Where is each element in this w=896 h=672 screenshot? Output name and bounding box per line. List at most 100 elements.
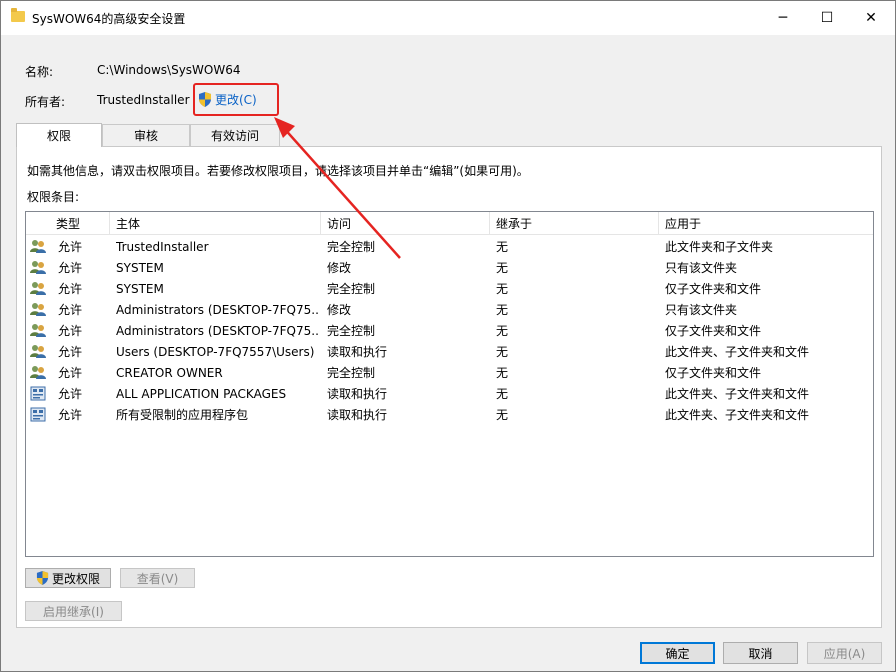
col-inherited[interactable]: 继承于 (490, 212, 659, 234)
cell-applies: 仅子文件夹和文件 (665, 324, 762, 338)
user-group-icon (30, 239, 46, 254)
user-group-icon (30, 302, 46, 317)
table-row[interactable]: 允许 Administrators (DESKTOP-7FQ75... 修改 无 只有该… (26, 299, 873, 320)
folder-icon (11, 8, 25, 22)
cell-principal: Users (DESKTOP-7FQ7557\Users) (116, 344, 315, 359)
name-label: 名称: (25, 65, 54, 79)
title-bar[interactable]: SysWOW64的高级安全设置 ─ ☐ ✕ (1, 1, 895, 35)
table-row[interactable]: 允许 TrustedInstaller 完全控制 无 此文件夹和子文件夹 (26, 236, 873, 257)
cell-access: 完全控制 (327, 366, 376, 380)
app-package-icon (30, 386, 46, 401)
minimize-icon: ─ (778, 10, 788, 26)
table-row[interactable]: 允许 SYSTEM 修改 无 只有该文件夹 (26, 257, 873, 278)
table-row[interactable]: 允许 CREATOR OWNER 完全控制 无 仅子文件夹和文件 (26, 362, 873, 383)
user-group-icon (30, 281, 46, 296)
col-access[interactable]: 访问 (321, 212, 490, 234)
close-icon: ✕ (865, 10, 877, 26)
cell-inherited: 无 (496, 387, 509, 401)
change-permissions-label: 更改权限 (51, 571, 100, 586)
cell-type: 允许 (58, 282, 83, 296)
ok-button[interactable]: 确定 (640, 642, 715, 664)
permission-entries-list[interactable]: 类型 主体 访问 继承于 应用于 允许 TrustedInstaller 完全控制无… (25, 211, 874, 557)
window-title: SysWOW64的高级安全设置 (32, 12, 186, 26)
cell-inherited: 无 (496, 366, 509, 380)
cell-applies: 只有该文件夹 (665, 261, 738, 275)
cell-principal: Administrators (DESKTOP-7FQ75... (116, 323, 319, 338)
user-group-icon (30, 260, 46, 275)
cell-principal: ALL APPLICATION PACKAGES (116, 386, 287, 401)
cell-applies: 此文件夹和子文件夹 (665, 240, 774, 254)
cell-applies: 仅子文件夹和文件 (665, 366, 762, 380)
cell-access: 读取和执行 (327, 408, 388, 422)
name-value: C:\Windows\SysWOW64 (97, 63, 241, 77)
maximize-icon: ☐ (820, 10, 834, 26)
col-applies[interactable]: 应用于 (659, 212, 873, 234)
user-group-icon (30, 323, 46, 338)
cell-inherited: 无 (496, 261, 509, 275)
close-button[interactable]: ✕ (849, 1, 893, 35)
cell-principal: CREATOR OWNER (116, 365, 223, 380)
cell-access: 读取和执行 (327, 345, 388, 359)
minimize-button[interactable]: ─ (761, 1, 805, 35)
table-row[interactable]: 允许 Users (DESKTOP-7FQ7557\Users) 读取和执行 无 此文件… (26, 341, 873, 362)
entries-label: 权限条目: (27, 190, 80, 204)
tab-auditing-label: 审核 (133, 129, 158, 143)
table-row[interactable]: 允许 ALL APPLICATION PACKAGES 读取和执行 无 此文件夹、子文件… (26, 383, 873, 404)
cell-principal: 所有受限制的应用程序包 (116, 408, 249, 422)
app-package-icon (30, 407, 46, 422)
maximize-button[interactable]: ☐ (805, 1, 849, 35)
cell-principal: TrustedInstaller (116, 239, 209, 254)
table-row[interactable]: 允许 SYSTEM 完全控制 无 仅子文件夹和文件 (26, 278, 873, 299)
cell-access: 修改 (327, 261, 352, 275)
cell-type: 允许 (58, 366, 83, 380)
apply-button[interactable]: 应用(A) (807, 642, 882, 664)
cell-inherited: 无 (496, 240, 509, 254)
cell-type: 允许 (58, 261, 83, 275)
permissions-panel: 如需其他信息，请双击权限项目。若要修改权限项目，请选择该项目并单击“编辑”(如果… (16, 146, 882, 628)
table-row[interactable]: 允许 Administrators (DESKTOP-7FQ75... 完全控制 无 仅… (26, 320, 873, 341)
table-row[interactable]: 允许 所有受限制的应用程序包 读取和执行 无 此文件夹、子文件夹和文件 (26, 404, 873, 425)
cell-type: 允许 (58, 387, 83, 401)
cell-inherited: 无 (496, 324, 509, 338)
cell-type: 允许 (58, 240, 83, 254)
dialog-footer: 确定 取消 应用(A) (1, 635, 895, 671)
cell-access: 完全控制 (327, 324, 376, 338)
cell-applies: 此文件夹、子文件夹和文件 (665, 345, 810, 359)
user-group-icon (30, 344, 46, 359)
cell-inherited: 无 (496, 345, 509, 359)
info-text: 如需其他信息，请双击权限项目。若要修改权限项目，请选择该项目并单击“编辑”(如果… (27, 164, 529, 178)
col-type[interactable]: 类型 (50, 212, 110, 234)
cell-type: 允许 (58, 345, 83, 359)
change-permissions-button[interactable]: 更改权限 (25, 568, 111, 588)
col-principal[interactable]: 主体 (110, 212, 321, 234)
owner-value: TrustedInstaller (97, 93, 190, 107)
tab-permissions[interactable]: 权限 (16, 123, 102, 147)
col-icon (26, 212, 50, 234)
cell-applies: 仅子文件夹和文件 (665, 282, 762, 296)
cell-type: 允许 (58, 324, 83, 338)
cell-access: 完全控制 (327, 240, 376, 254)
highlight-box (193, 83, 279, 116)
cell-applies: 此文件夹、子文件夹和文件 (665, 387, 810, 401)
advanced-security-window: SysWOW64的高级安全设置 ─ ☐ ✕ 名称: C:\Windows\Sys… (0, 0, 896, 672)
cell-principal: Administrators (DESKTOP-7FQ75... (116, 302, 319, 317)
enable-inheritance-button[interactable]: 启用继承(I) (25, 601, 122, 621)
tab-effective-access[interactable]: 有效访问 (190, 124, 280, 146)
tab-auditing[interactable]: 审核 (102, 124, 190, 146)
cell-access: 读取和执行 (327, 387, 388, 401)
cancel-button[interactable]: 取消 (723, 642, 798, 664)
cell-applies: 只有该文件夹 (665, 303, 738, 317)
tab-effective-access-label: 有效访问 (210, 129, 259, 143)
owner-label: 所有者: (25, 95, 66, 109)
cell-inherited: 无 (496, 282, 509, 296)
cell-principal: SYSTEM (116, 281, 164, 296)
cell-inherited: 无 (496, 303, 509, 317)
cell-access: 完全控制 (327, 282, 376, 296)
cell-type: 允许 (58, 408, 83, 422)
cell-access: 修改 (327, 303, 352, 317)
cell-applies: 此文件夹、子文件夹和文件 (665, 408, 810, 422)
tab-permissions-label: 权限 (46, 129, 71, 143)
view-button[interactable]: 查看(V) (120, 568, 195, 588)
user-group-icon (30, 365, 46, 380)
cell-type: 允许 (58, 303, 83, 317)
